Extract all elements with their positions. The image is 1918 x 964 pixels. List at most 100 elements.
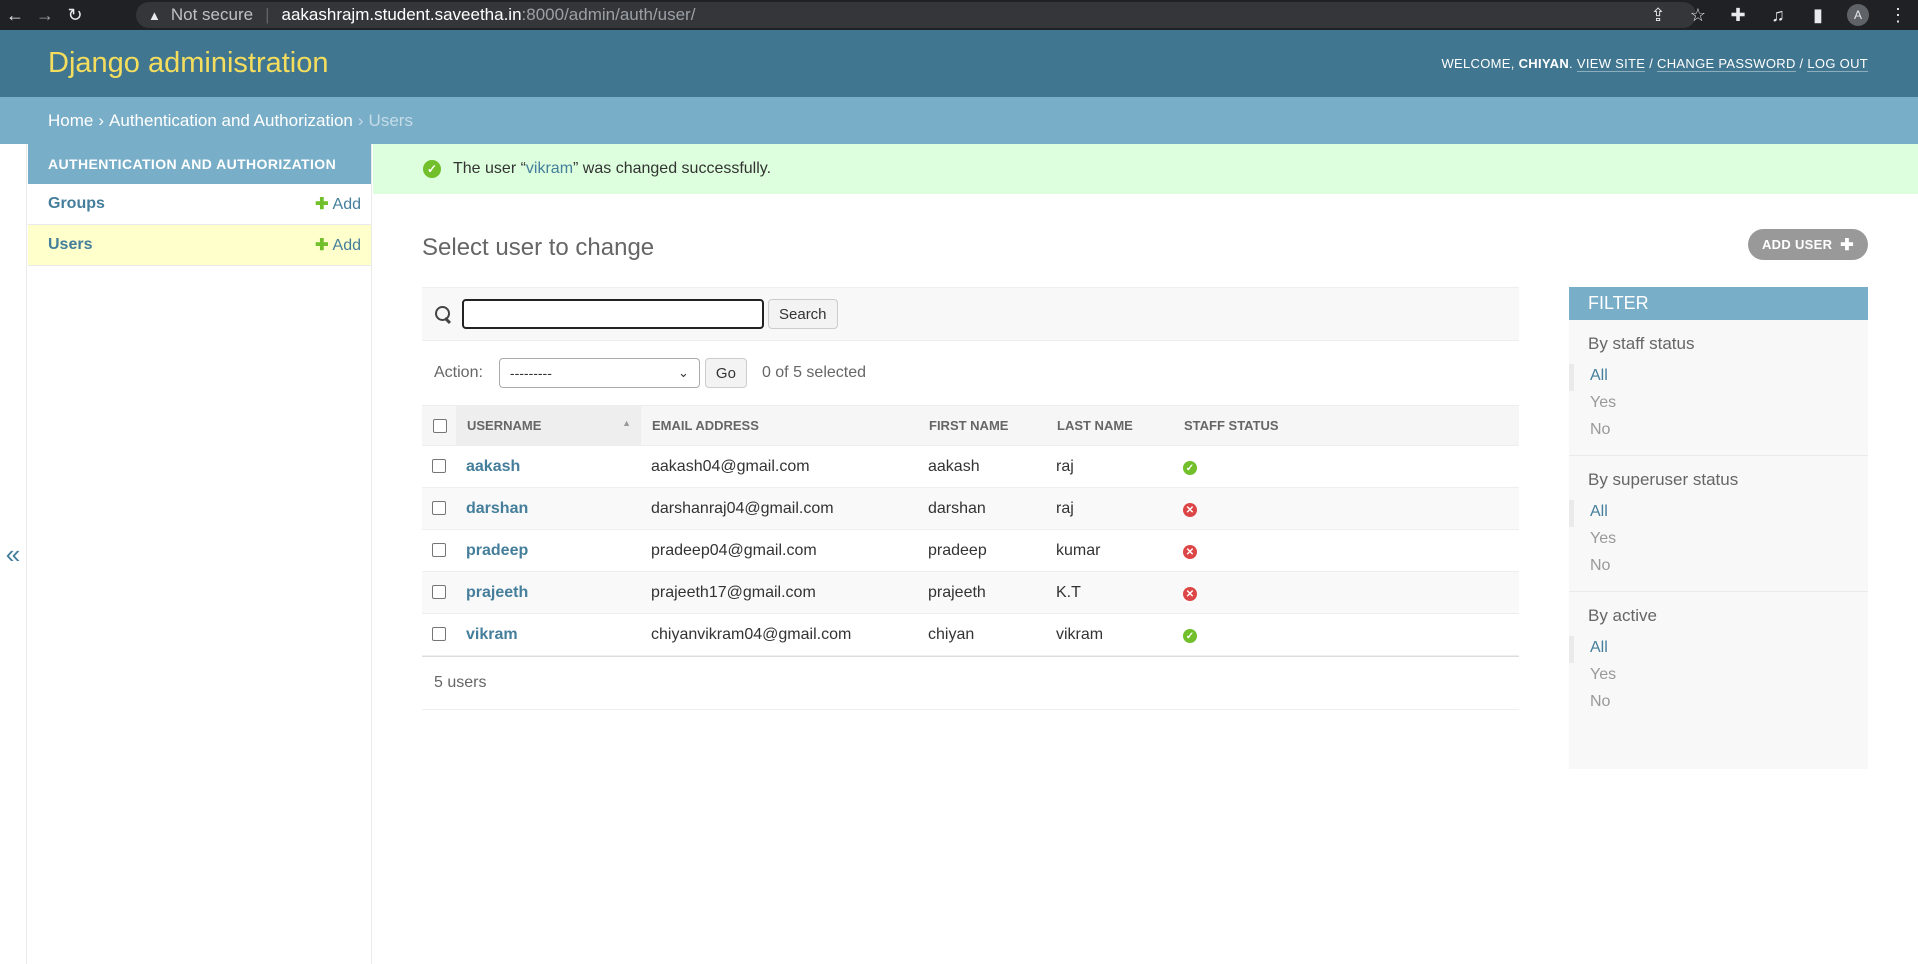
add-group-link[interactable]: ✚ Add	[315, 194, 361, 214]
staff-status-cell: ✓	[1173, 613, 1519, 656]
email-cell: darshanraj04@gmail.com	[641, 487, 918, 530]
filter-option[interactable]: Yes	[1569, 527, 1868, 554]
plus-icon: ✚	[315, 237, 329, 254]
success-message: ✓ The user “vikram” was changed successf…	[373, 144, 1918, 194]
add-user-button[interactable]: Add user ✚	[1747, 229, 1868, 260]
filter-options: All Yes No	[1569, 500, 1868, 581]
nav-sidebar-toggle[interactable]: «	[0, 144, 27, 964]
first-name-cell: darshan	[918, 487, 1046, 530]
last-name-cell: K.T	[1046, 571, 1173, 614]
breadcrumb-app[interactable]: Authentication and Authorization	[109, 111, 353, 131]
back-icon[interactable]: ←	[0, 0, 30, 30]
current-username: chiyan	[1518, 56, 1570, 71]
site-branding[interactable]: Django administration	[48, 47, 328, 80]
table-row: prajeeth prajeeth17@gmail.com prajeeth K.T ✕	[422, 571, 1519, 614]
sidebar-link-users[interactable]: Users	[48, 236, 92, 254]
filter-options: All Yes No	[1569, 636, 1868, 717]
filter-option[interactable]: All	[1569, 364, 1868, 391]
row-checkbox[interactable]	[432, 459, 446, 474]
search-icon	[434, 305, 452, 323]
url-path: :8000/admin/auth/user/	[521, 5, 696, 24]
no-icon: ✕	[1183, 587, 1197, 601]
side-panel-icon[interactable]: ▮	[1798, 0, 1838, 30]
column-header-username[interactable]: Username ▲	[456, 405, 641, 446]
username-link[interactable]: aakash	[466, 458, 520, 475]
filter-group: By active All Yes No	[1569, 592, 1868, 727]
staff-status-cell: ✕	[1173, 571, 1519, 614]
bookmark-star-icon[interactable]: ☆	[1678, 0, 1718, 30]
app-caption[interactable]: Authentication and Authorization	[28, 144, 371, 184]
filter-group-title: By staff status	[1588, 334, 1695, 353]
success-check-icon: ✓	[423, 160, 441, 178]
breadcrumb-current: Users	[368, 110, 413, 130]
username-link[interactable]: vikram	[466, 626, 518, 643]
row-select-cell	[422, 487, 456, 530]
view-site-link[interactable]: View site	[1576, 56, 1646, 72]
row-checkbox[interactable]	[432, 543, 446, 558]
row-checkbox[interactable]	[432, 585, 446, 600]
column-header-first-name[interactable]: First name	[918, 405, 1046, 446]
action-label: Action:	[434, 364, 483, 381]
filter-option[interactable]: All	[1569, 636, 1868, 663]
select-all-header	[422, 405, 456, 446]
media-icon[interactable]: ♫	[1758, 0, 1798, 30]
username-link[interactable]: darshan	[466, 500, 528, 517]
email-cell: pradeep04@gmail.com	[641, 529, 918, 572]
address-bar[interactable]: ▲ Not secure | aakashrajm.student.saveet…	[136, 2, 1696, 28]
not-secure-label: Not secure	[170, 5, 254, 24]
forward-icon[interactable]: →	[30, 0, 60, 30]
column-label: Last name	[1057, 418, 1133, 433]
url-separator: |	[265, 5, 270, 24]
last-name-cell: vikram	[1046, 613, 1173, 656]
select-all-checkbox[interactable]	[433, 419, 447, 434]
email-cell: chiyanvikram04@gmail.com	[641, 613, 918, 656]
log-out-link[interactable]: Log out	[1807, 56, 1868, 72]
reload-icon[interactable]: ↻	[60, 0, 90, 30]
breadcrumb: Home › Authentication and Authorization …	[0, 97, 1918, 144]
filter-option[interactable]: Yes	[1569, 391, 1868, 418]
share-icon[interactable]: ⇪	[1638, 0, 1678, 30]
profile-initial: A	[1847, 4, 1869, 26]
email-cell: aakash04@gmail.com	[641, 445, 918, 488]
sort-ascending-icon[interactable]: ▲	[622, 418, 631, 428]
filter-option[interactable]: Yes	[1569, 663, 1868, 690]
filter-option[interactable]: No	[1569, 554, 1868, 581]
menu-icon[interactable]: ⋮	[1878, 0, 1918, 30]
extensions-icon[interactable]: ✚	[1718, 0, 1758, 30]
search-input[interactable]	[462, 299, 764, 329]
column-header-staff-status[interactable]: Staff status	[1173, 405, 1519, 446]
search-button[interactable]: Search	[768, 299, 838, 329]
staff-status-cell: ✕	[1173, 487, 1519, 530]
username-link[interactable]: pradeep	[466, 542, 528, 559]
content: ✓ The user “vikram” was changed successf…	[373, 144, 1918, 964]
column-header-last-name[interactable]: Last name	[1046, 405, 1173, 446]
filter-option[interactable]: No	[1569, 418, 1868, 445]
username-cell: darshan	[456, 487, 641, 530]
table-header-row: Username ▲ Email address First name Last …	[422, 405, 1519, 446]
selection-counter: 0 of 5 selected	[761, 364, 867, 381]
row-checkbox[interactable]	[432, 627, 446, 642]
row-select-cell	[422, 445, 456, 488]
actions-bar: Action: --------- ⌄ Go 0 of 5 selected	[422, 341, 1519, 405]
sidebar-link-groups[interactable]: Groups	[48, 195, 105, 213]
filter-option[interactable]: All	[1569, 500, 1868, 527]
message-user-link[interactable]: vikram	[526, 160, 573, 178]
column-label: Username	[467, 418, 542, 433]
last-name-cell: raj	[1046, 445, 1173, 488]
username-link[interactable]: prajeeth	[466, 584, 528, 601]
change-password-link[interactable]: Change password	[1657, 56, 1796, 72]
user-tools: Welcome, chiyan. View site / Change pass…	[1441, 56, 1868, 72]
go-button[interactable]: Go	[704, 358, 747, 388]
row-checkbox[interactable]	[432, 501, 446, 516]
column-header-email[interactable]: Email address	[641, 405, 918, 446]
filter-option[interactable]: No	[1569, 690, 1868, 717]
chevron-down-icon: ⌄	[678, 365, 689, 380]
add-user-link[interactable]: ✚ Add	[315, 235, 361, 255]
profile-avatar[interactable]: A	[1838, 0, 1878, 30]
changelist: Search Action: --------- ⌄ Go 0 of 5 sele…	[422, 287, 1519, 710]
action-select[interactable]: --------- ⌄	[498, 358, 700, 388]
column-label: First name	[929, 418, 1009, 433]
action-selected-value: ---------	[509, 365, 552, 381]
breadcrumb-home[interactable]: Home	[48, 111, 93, 131]
yes-icon: ✓	[1183, 461, 1197, 475]
